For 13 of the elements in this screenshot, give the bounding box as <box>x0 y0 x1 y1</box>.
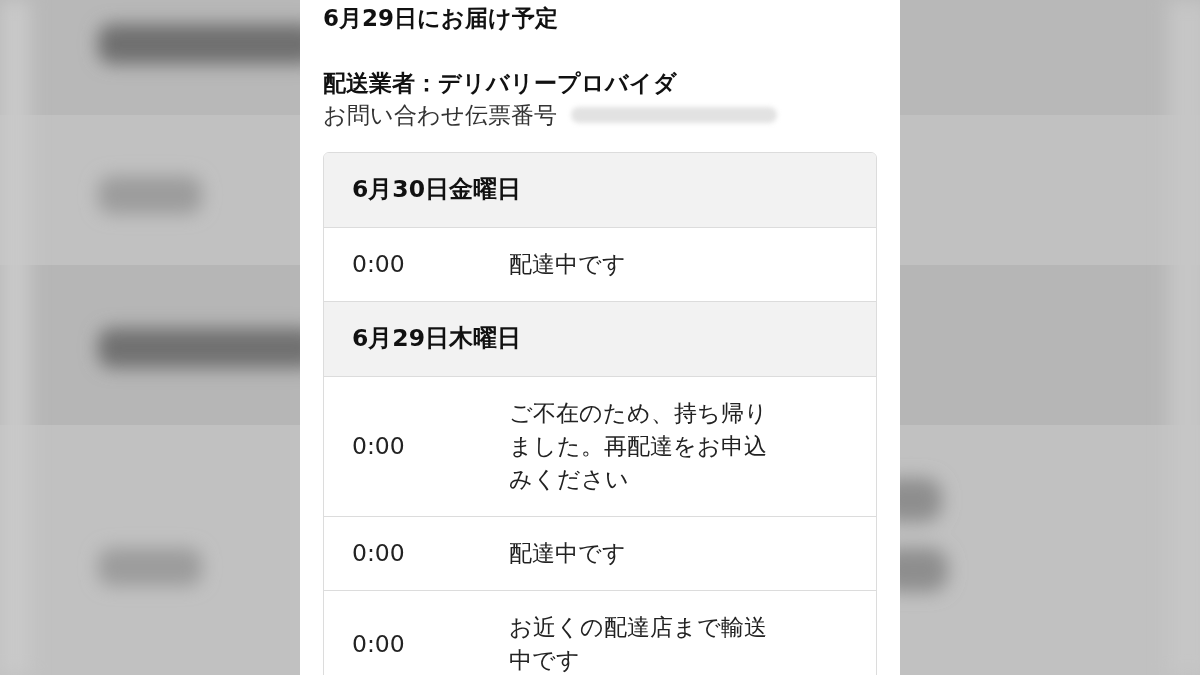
event-time: 0:00 <box>352 628 405 660</box>
event-time: 0:00 <box>352 249 405 280</box>
delivery-estimate: 6月29日にお届け予定 <box>323 4 558 33</box>
carrier-name: 配送業者：デリバリープロバイダ <box>323 69 677 98</box>
event-status: 配達中です <box>509 539 627 568</box>
date-header: 6月30日金曜日 <box>324 153 876 227</box>
event-status: ご不在のため、持ち帰りました。再配達をお申込みください <box>509 399 769 494</box>
event-status: 配達中です <box>509 250 627 279</box>
event-status: お近くの配達店まで輸送中です <box>509 613 768 675</box>
event-time: 0:00 <box>352 538 405 569</box>
tracking-label: お問い合わせ伝票番号 <box>323 101 557 130</box>
date-header: 6月29日木曜日 <box>324 301 876 376</box>
event-time: 0:00 <box>352 431 405 462</box>
